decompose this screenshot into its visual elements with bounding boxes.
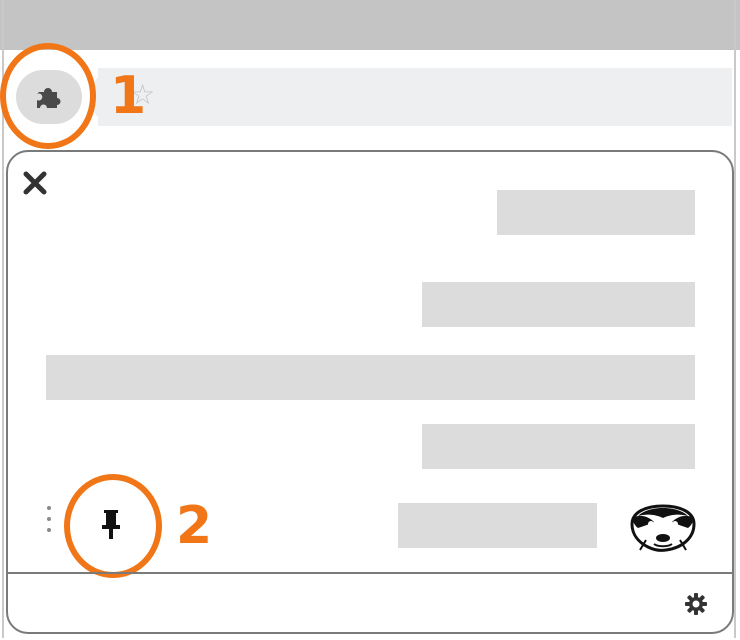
menu-footer-divider	[8, 572, 732, 574]
menu-row-placeholder	[46, 355, 695, 400]
dot	[47, 506, 51, 510]
address-bar[interactable]	[90, 68, 732, 126]
close-icon	[23, 171, 47, 195]
step-1-label: 1	[110, 66, 147, 126]
extension-name-placeholder	[398, 503, 597, 548]
screenshot-stage: ☆ 1 2	[0, 0, 740, 640]
dot	[47, 517, 51, 521]
menu-row-placeholder	[497, 190, 695, 235]
menu-row-placeholder	[422, 424, 695, 469]
step-1-highlight-circle	[0, 43, 96, 149]
step-2-label: 2	[176, 496, 213, 556]
close-button[interactable]	[20, 168, 50, 198]
more-vertical-icon[interactable]	[45, 506, 53, 542]
settings-button[interactable]	[684, 592, 708, 616]
dot	[47, 528, 51, 532]
menu-row-placeholder	[422, 282, 695, 327]
badger-icon	[626, 500, 700, 556]
gear-icon	[685, 593, 707, 615]
step-2-highlight-circle	[64, 474, 162, 578]
